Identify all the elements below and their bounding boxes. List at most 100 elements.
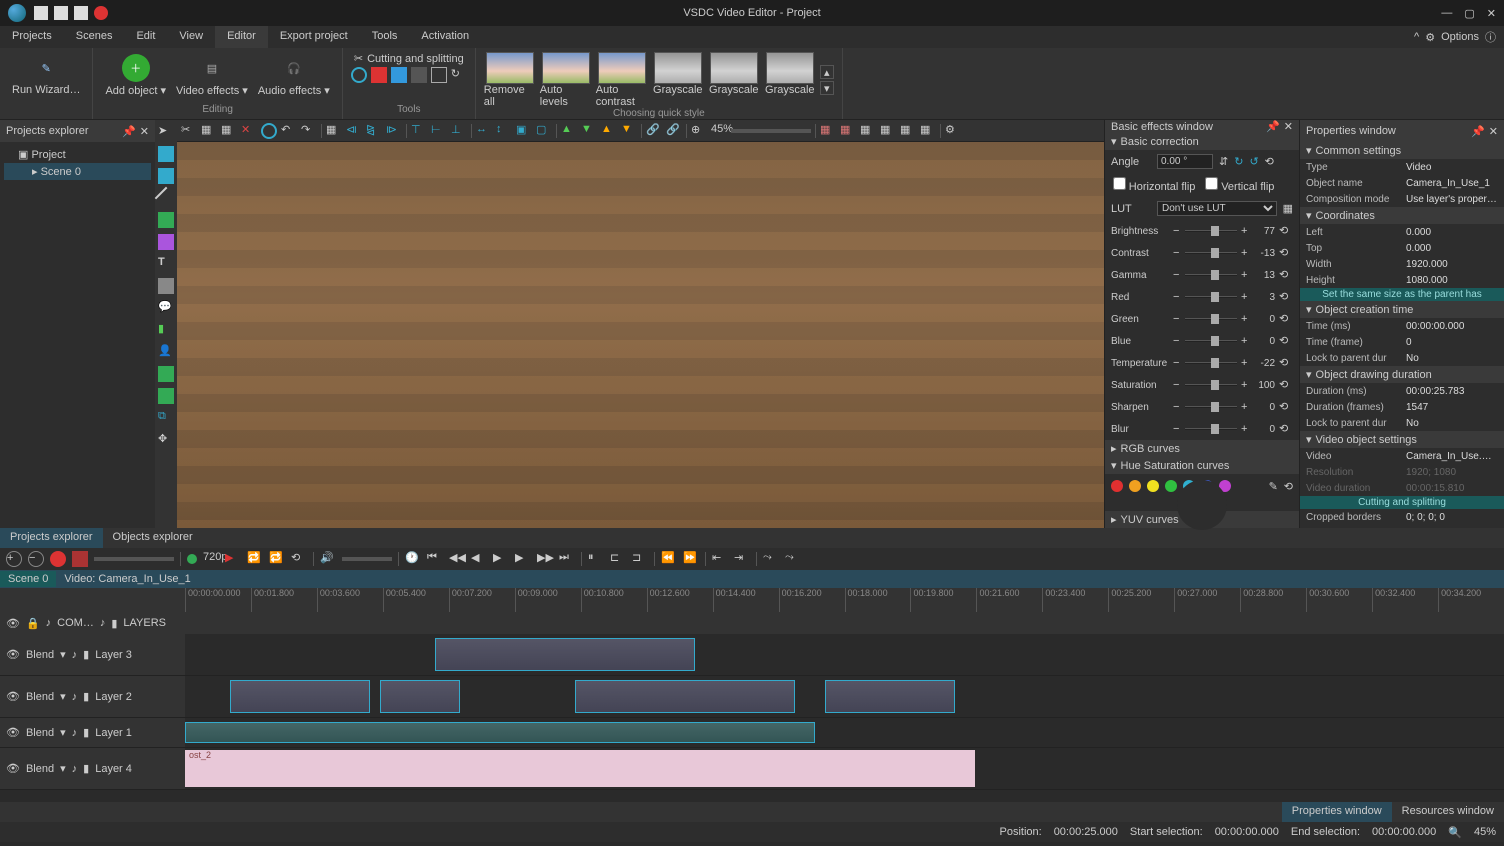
- audio-effects-button[interactable]: 🎧 Audio effects ▾: [254, 52, 334, 99]
- cut-out-icon[interactable]: ⇥: [734, 551, 750, 567]
- bars-icon[interactable]: ▮: [83, 648, 89, 661]
- link2-icon[interactable]: 🔗: [666, 123, 682, 139]
- ungroup-icon[interactable]: ▢: [536, 123, 552, 139]
- snap1-icon[interactable]: ▦: [820, 123, 836, 139]
- eye-icon[interactable]: 👁: [6, 617, 20, 630]
- plus-icon[interactable]: +: [1241, 401, 1249, 413]
- tab-projects-explorer[interactable]: Projects explorer: [0, 528, 103, 548]
- refresh-icon[interactable]: ⟲: [291, 551, 307, 567]
- minus-icon[interactable]: −: [1173, 401, 1181, 413]
- help-icon[interactable]: ⓘ: [1485, 29, 1496, 45]
- lut-select[interactable]: Don't use LUT: [1157, 201, 1277, 216]
- reset-icon[interactable]: ⟲: [1279, 290, 1293, 304]
- snap4-icon[interactable]: ▦: [880, 123, 896, 139]
- menu-export[interactable]: Export project: [268, 26, 360, 48]
- rect2-icon[interactable]: [158, 168, 174, 184]
- goto-end-icon[interactable]: ⏭: [559, 551, 575, 567]
- eye-icon[interactable]: 👁: [6, 690, 20, 703]
- property-row[interactable]: Width 1920.000: [1300, 256, 1504, 272]
- gear-icon[interactable]: ⚙: [1425, 31, 1435, 44]
- group-icon[interactable]: ▣: [516, 123, 532, 139]
- eq-icon[interactable]: ♪: [72, 691, 78, 703]
- drawing-header[interactable]: ▾ Object drawing duration: [1300, 366, 1504, 383]
- chevron-down-icon[interactable]: ▾: [60, 762, 66, 775]
- track-body[interactable]: [185, 718, 1504, 747]
- align-top-icon[interactable]: ⊤: [411, 123, 427, 139]
- snap6-icon[interactable]: ▦: [920, 123, 936, 139]
- crumb-video[interactable]: Video: Camera_In_Use_1: [56, 571, 198, 587]
- video-clip[interactable]: [380, 680, 460, 713]
- plus-icon[interactable]: +: [1241, 335, 1249, 347]
- property-value[interactable]: Camera_In_Use_1: [1406, 178, 1498, 189]
- cut-in-icon[interactable]: ⇤: [712, 551, 728, 567]
- reset-icon[interactable]: ⟲: [1279, 312, 1293, 326]
- chevron-up-icon[interactable]: ^: [1414, 31, 1419, 43]
- unlink-clip-icon[interactable]: ⤳: [785, 551, 801, 567]
- property-row[interactable]: Lock to parent dur No: [1300, 350, 1504, 366]
- marker-blue-icon[interactable]: [391, 67, 407, 83]
- arrow-up2-icon[interactable]: ▲: [601, 123, 617, 139]
- reset-icon[interactable]: ⟲: [1279, 400, 1293, 414]
- ellipse-icon[interactable]: [158, 212, 174, 228]
- track-body[interactable]: [185, 634, 1504, 675]
- track-body[interactable]: ost_2: [185, 748, 1504, 789]
- loop2-icon[interactable]: 🔁: [269, 551, 285, 567]
- style-scroll-up-icon[interactable]: ▴: [820, 65, 834, 79]
- video-icon[interactable]: [158, 388, 174, 404]
- preview-canvas[interactable]: [177, 142, 1104, 528]
- style-grayscale-2[interactable]: Grayscale: [708, 52, 760, 108]
- minus-icon[interactable]: −: [1173, 291, 1181, 303]
- property-value[interactable]: 1920.000: [1406, 259, 1498, 270]
- property-row[interactable]: Cropped borders 0; 0; 0; 0: [1300, 509, 1504, 525]
- property-row[interactable]: Video Camera_In_Use.mp4: [1300, 448, 1504, 464]
- status-zoom-icon[interactable]: 🔍: [1448, 826, 1462, 839]
- property-value[interactable]: No: [1406, 353, 1498, 364]
- step-back-icon[interactable]: ◀: [471, 551, 487, 567]
- menu-projects[interactable]: Projects: [0, 26, 64, 48]
- minus-icon[interactable]: −: [1173, 357, 1181, 369]
- rotate-ccw-icon[interactable]: ↺: [1249, 155, 1258, 168]
- property-value[interactable]: 1920; 1080: [1406, 467, 1498, 478]
- property-row[interactable]: Type Video: [1300, 159, 1504, 175]
- tree-scene[interactable]: ▸ Scene 0: [4, 163, 151, 180]
- target-icon[interactable]: ⊕: [691, 123, 707, 139]
- bars-icon[interactable]: ▮: [83, 690, 89, 703]
- options-label[interactable]: Options: [1441, 31, 1479, 43]
- eye-icon[interactable]: 👁: [6, 726, 20, 739]
- rotate-cw-icon[interactable]: ↻: [1234, 155, 1243, 168]
- crumb-scene[interactable]: Scene 0: [0, 571, 56, 587]
- qa-save-icon[interactable]: [74, 6, 88, 20]
- arrow-down-icon[interactable]: ▼: [581, 123, 597, 139]
- slider-track[interactable]: [1185, 252, 1237, 254]
- video-clip[interactable]: [435, 638, 695, 671]
- property-value[interactable]: 00:00:25.783: [1406, 386, 1498, 397]
- menu-tools[interactable]: Tools: [360, 26, 410, 48]
- layer-name[interactable]: Layer 2: [95, 691, 132, 703]
- person-icon[interactable]: 👤: [158, 344, 174, 360]
- grid-icon[interactable]: ▦: [326, 123, 342, 139]
- quality-icon[interactable]: [187, 554, 197, 564]
- audio-icon[interactable]: [158, 366, 174, 382]
- slider-track[interactable]: [1185, 274, 1237, 276]
- style-auto-contrast[interactable]: Auto contrast: [596, 52, 648, 108]
- minus-icon[interactable]: −: [1173, 313, 1181, 325]
- slider-track[interactable]: [1185, 362, 1237, 364]
- minus-icon[interactable]: −: [1173, 225, 1181, 237]
- pin-icon[interactable]: 📌: [1471, 125, 1485, 138]
- plus-icon[interactable]: +: [1241, 225, 1249, 237]
- eq-icon[interactable]: ♪: [72, 763, 78, 775]
- marker-red-icon[interactable]: [371, 67, 387, 83]
- rotate-icon[interactable]: ↻: [451, 67, 467, 83]
- link-clip-icon[interactable]: ⤳: [763, 551, 779, 567]
- reset-hue-icon[interactable]: ⟲: [1284, 480, 1293, 493]
- move-icon[interactable]: ✥: [158, 432, 174, 448]
- color-dot[interactable]: [1129, 480, 1141, 492]
- chevron-down-icon[interactable]: ▾: [60, 690, 66, 703]
- eq-icon[interactable]: ♪: [46, 617, 52, 629]
- settings-icon[interactable]: ⚙: [945, 123, 961, 139]
- angle-input[interactable]: [1157, 154, 1213, 169]
- property-value[interactable]: 00:00:00.000: [1406, 321, 1498, 332]
- pause-icon[interactable]: ⏸: [588, 551, 604, 567]
- close-icon[interactable]: ✕: [1487, 7, 1496, 20]
- dist-v-icon[interactable]: ↕: [496, 123, 512, 139]
